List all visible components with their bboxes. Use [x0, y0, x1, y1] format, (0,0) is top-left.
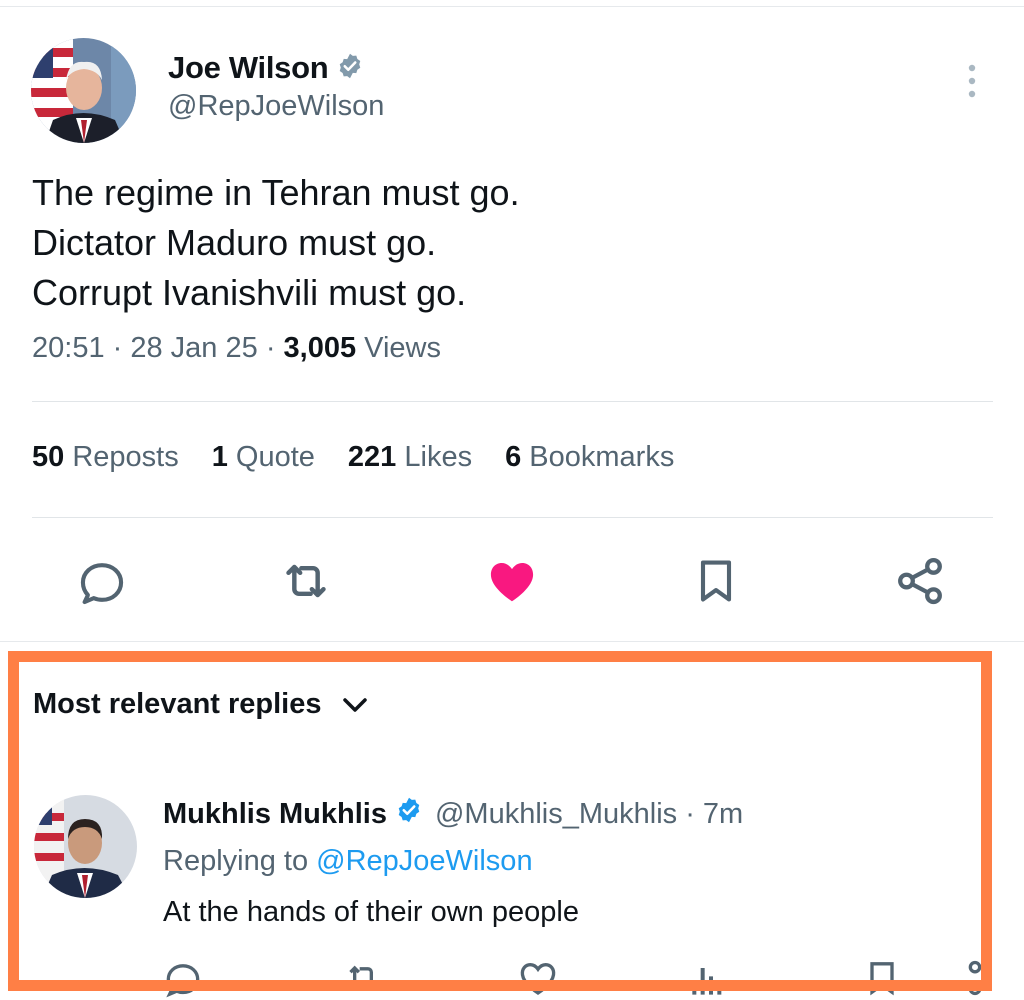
reply-icon	[80, 563, 124, 605]
tweet-date[interactable]: 28 Jan 25	[130, 332, 257, 364]
tweet-text-line: Corrupt Ivanishvili must go.	[32, 272, 467, 313]
retweet-button[interactable]	[278, 553, 334, 609]
author-name-row: Joe Wilson	[168, 50, 364, 86]
retweet-icon	[286, 564, 326, 598]
like-button[interactable]	[484, 553, 540, 609]
bookmark-button[interactable]	[688, 553, 744, 609]
quotes-count: 1	[211, 441, 228, 473]
quotes-label: Quote	[235, 441, 315, 473]
tweet-text-line: Dictator Maduro must go.	[32, 222, 437, 263]
likes-count: 221	[347, 441, 397, 473]
reposts-label: Reposts	[72, 441, 179, 473]
author-handle[interactable]: @RepJoeWilson	[168, 90, 384, 123]
views-count: 3,005	[283, 332, 357, 364]
top-divider	[0, 6, 1024, 7]
tweet-meta: 20:51 · 28 Jan 25 · 3,005 Views	[32, 332, 441, 365]
section-divider	[0, 641, 1024, 642]
more-options-icon[interactable]	[962, 62, 982, 102]
like-icon-filled	[490, 563, 534, 602]
likes-label: Likes	[404, 441, 473, 473]
reposts-stat[interactable]: 50 Reposts	[32, 441, 179, 474]
likes-stat[interactable]: 221 Likes	[348, 441, 472, 474]
bookmarks-label: Bookmarks	[529, 441, 675, 473]
views-label: Views	[364, 332, 442, 364]
bookmarks-stat[interactable]: 6 Bookmarks	[505, 441, 674, 474]
bookmarks-count: 6	[505, 441, 522, 473]
meta-separator: ·	[265, 332, 284, 364]
author-avatar[interactable]	[31, 38, 136, 143]
divider	[32, 401, 993, 402]
share-button[interactable]	[892, 553, 948, 609]
highlight-box	[8, 651, 992, 991]
tweet-time[interactable]: 20:51	[32, 332, 105, 364]
tweet-stats: 50 Reposts 1 Quote 221 Likes 6 Bookmarks	[32, 441, 707, 474]
tweet-text: The regime in Tehran must go. Dictator M…	[32, 168, 520, 318]
author-name[interactable]: Joe Wilson	[168, 50, 329, 86]
share-icon	[898, 557, 942, 605]
reposts-count: 50	[32, 441, 65, 473]
meta-separator: ·	[112, 332, 131, 364]
reply-button[interactable]	[74, 553, 130, 609]
divider	[32, 517, 993, 518]
tweet-text-line: The regime in Tehran must go.	[32, 172, 520, 213]
verified-badge-icon	[336, 52, 364, 85]
bookmark-icon	[700, 560, 732, 602]
quotes-stat[interactable]: 1 Quote	[212, 441, 315, 474]
